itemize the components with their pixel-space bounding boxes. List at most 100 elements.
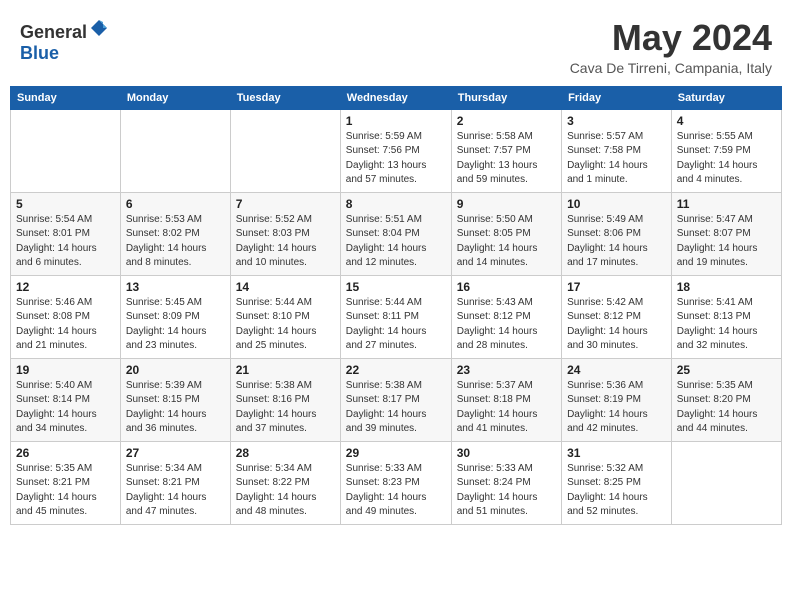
calendar-cell: 15 Sunrise: 5:44 AM Sunset: 8:11 PM Dayli…	[340, 275, 451, 358]
day-info: Sunrise: 5:32 AM Sunset: 8:25 PM Dayligh…	[567, 462, 666, 520]
day-number: 4	[677, 114, 776, 128]
calendar-week-4: 19 Sunrise: 5:40 AM Sunset: 8:14 PM Dayli…	[11, 358, 782, 441]
calendar-cell: 13 Sunrise: 5:45 AM Sunset: 8:09 PM Dayli…	[120, 275, 230, 358]
calendar-cell	[120, 109, 230, 192]
calendar-cell: 22 Sunrise: 5:38 AM Sunset: 8:17 PM Dayli…	[340, 358, 451, 441]
calendar-cell: 18Sunrise: 5:41 AM Sunset: 8:13 PM Dayli…	[671, 275, 781, 358]
day-number: 12	[16, 280, 115, 294]
calendar-cell: 21 Sunrise: 5:38 AM Sunset: 8:16 PM Dayli…	[230, 358, 340, 441]
day-info: Sunrise: 5:38 AM Sunset: 8:16 PM Dayligh…	[236, 379, 335, 437]
weekday-header-wednesday: Wednesday	[340, 86, 451, 109]
calendar-cell: 4 Sunrise: 5:55 AM Sunset: 7:59 PM Daylig…	[671, 109, 781, 192]
calendar-cell: 27Sunrise: 5:34 AM Sunset: 8:21 PM Dayli…	[120, 441, 230, 524]
logo-blue-text: Blue	[20, 43, 59, 63]
day-number: 30	[457, 446, 556, 460]
calendar-week-5: 26Sunrise: 5:35 AM Sunset: 8:21 PM Dayli…	[11, 441, 782, 524]
day-info: Sunrise: 5:43 AM Sunset: 8:12 PM Dayligh…	[457, 296, 556, 354]
day-number: 2	[457, 114, 556, 128]
day-number: 9	[457, 197, 556, 211]
day-number: 24	[567, 363, 666, 377]
day-info: Sunrise: 5:37 AM Sunset: 8:18 PM Dayligh…	[457, 379, 556, 437]
day-number: 26	[16, 446, 115, 460]
day-number: 29	[346, 446, 446, 460]
calendar-cell: 5 Sunrise: 5:54 AM Sunset: 8:01 PM Daylig…	[11, 192, 121, 275]
day-number: 16	[457, 280, 556, 294]
calendar-cell: 23Sunrise: 5:37 AM Sunset: 8:18 PM Dayli…	[451, 358, 561, 441]
day-info: Sunrise: 5:33 AM Sunset: 8:23 PM Dayligh…	[346, 462, 446, 520]
day-info: Sunrise: 5:55 AM Sunset: 7:59 PM Dayligh…	[677, 130, 776, 188]
calendar-cell: 8 Sunrise: 5:51 AM Sunset: 8:04 PM Daylig…	[340, 192, 451, 275]
calendar-week-2: 5 Sunrise: 5:54 AM Sunset: 8:01 PM Daylig…	[11, 192, 782, 275]
weekday-header-tuesday: Tuesday	[230, 86, 340, 109]
day-number: 21	[236, 363, 335, 377]
day-number: 1	[346, 114, 446, 128]
calendar-cell: 31 Sunrise: 5:32 AM Sunset: 8:25 PM Dayli…	[562, 441, 672, 524]
day-number: 8	[346, 197, 446, 211]
day-number: 20	[126, 363, 225, 377]
day-number: 3	[567, 114, 666, 128]
calendar-cell: 17Sunrise: 5:42 AM Sunset: 8:12 PM Dayli…	[562, 275, 672, 358]
day-info: Sunrise: 5:45 AM Sunset: 8:09 PM Dayligh…	[126, 296, 225, 354]
logo: General Blue	[20, 18, 109, 64]
calendar-week-1: 1 Sunrise: 5:59 AM Sunset: 7:56 PM Daylig…	[11, 109, 782, 192]
calendar-cell: 30 Sunrise: 5:33 AM Sunset: 8:24 PM Dayli…	[451, 441, 561, 524]
day-info: Sunrise: 5:40 AM Sunset: 8:14 PM Dayligh…	[16, 379, 115, 437]
day-number: 6	[126, 197, 225, 211]
day-info: Sunrise: 5:51 AM Sunset: 8:04 PM Dayligh…	[346, 213, 446, 271]
weekday-header-friday: Friday	[562, 86, 672, 109]
day-info: Sunrise: 5:35 AM Sunset: 8:20 PM Dayligh…	[677, 379, 776, 437]
calendar-cell: 14Sunrise: 5:44 AM Sunset: 8:10 PM Dayli…	[230, 275, 340, 358]
calendar-cell: 3Sunrise: 5:57 AM Sunset: 7:58 PM Daylig…	[562, 109, 672, 192]
weekday-header-monday: Monday	[120, 86, 230, 109]
day-info: Sunrise: 5:36 AM Sunset: 8:19 PM Dayligh…	[567, 379, 666, 437]
calendar-cell	[11, 109, 121, 192]
calendar-table: SundayMondayTuesdayWednesdayThursdayFrid…	[10, 86, 782, 525]
day-info: Sunrise: 5:33 AM Sunset: 8:24 PM Dayligh…	[457, 462, 556, 520]
calendar-cell: 9 Sunrise: 5:50 AM Sunset: 8:05 PM Daylig…	[451, 192, 561, 275]
calendar-week-3: 12 Sunrise: 5:46 AM Sunset: 8:08 PM Dayli…	[11, 275, 782, 358]
calendar-cell: 12 Sunrise: 5:46 AM Sunset: 8:08 PM Dayli…	[11, 275, 121, 358]
day-number: 11	[677, 197, 776, 211]
day-number: 13	[126, 280, 225, 294]
day-number: 31	[567, 446, 666, 460]
calendar-cell: 29 Sunrise: 5:33 AM Sunset: 8:23 PM Dayli…	[340, 441, 451, 524]
day-info: Sunrise: 5:34 AM Sunset: 8:21 PM Dayligh…	[126, 462, 225, 520]
day-info: Sunrise: 5:34 AM Sunset: 8:22 PM Dayligh…	[236, 462, 335, 520]
calendar-cell: 20 Sunrise: 5:39 AM Sunset: 8:15 PM Dayli…	[120, 358, 230, 441]
day-info: Sunrise: 5:50 AM Sunset: 8:05 PM Dayligh…	[457, 213, 556, 271]
day-info: Sunrise: 5:41 AM Sunset: 8:13 PM Dayligh…	[677, 296, 776, 354]
calendar-cell: 24 Sunrise: 5:36 AM Sunset: 8:19 PM Dayli…	[562, 358, 672, 441]
day-info: Sunrise: 5:38 AM Sunset: 8:17 PM Dayligh…	[346, 379, 446, 437]
title-block: May 2024 Cava De Tirreni, Campania, Ital…	[570, 18, 772, 76]
calendar-cell: 28 Sunrise: 5:34 AM Sunset: 8:22 PM Dayli…	[230, 441, 340, 524]
calendar-cell	[230, 109, 340, 192]
day-info: Sunrise: 5:54 AM Sunset: 8:01 PM Dayligh…	[16, 213, 115, 271]
day-number: 14	[236, 280, 335, 294]
header: General Blue May 2024 Cava De Tirreni, C…	[10, 10, 782, 80]
day-info: Sunrise: 5:39 AM Sunset: 8:15 PM Dayligh…	[126, 379, 225, 437]
day-info: Sunrise: 5:59 AM Sunset: 7:56 PM Dayligh…	[346, 130, 446, 188]
day-number: 7	[236, 197, 335, 211]
calendar-cell: 1 Sunrise: 5:59 AM Sunset: 7:56 PM Daylig…	[340, 109, 451, 192]
day-number: 28	[236, 446, 335, 460]
location-text: Cava De Tirreni, Campania, Italy	[570, 60, 772, 76]
day-number: 22	[346, 363, 446, 377]
day-info: Sunrise: 5:49 AM Sunset: 8:06 PM Dayligh…	[567, 213, 666, 271]
calendar-cell: 7Sunrise: 5:52 AM Sunset: 8:03 PM Daylig…	[230, 192, 340, 275]
calendar-cell: 2 Sunrise: 5:58 AM Sunset: 7:57 PM Daylig…	[451, 109, 561, 192]
day-number: 10	[567, 197, 666, 211]
day-info: Sunrise: 5:44 AM Sunset: 8:11 PM Dayligh…	[346, 296, 446, 354]
weekday-header-sunday: Sunday	[11, 86, 121, 109]
day-info: Sunrise: 5:46 AM Sunset: 8:08 PM Dayligh…	[16, 296, 115, 354]
calendar-cell: 16 Sunrise: 5:43 AM Sunset: 8:12 PM Dayli…	[451, 275, 561, 358]
calendar-header-row: SundayMondayTuesdayWednesdayThursdayFrid…	[11, 86, 782, 109]
calendar-cell: 26Sunrise: 5:35 AM Sunset: 8:21 PM Dayli…	[11, 441, 121, 524]
day-number: 25	[677, 363, 776, 377]
calendar-cell: 11Sunrise: 5:47 AM Sunset: 8:07 PM Dayli…	[671, 192, 781, 275]
weekday-header-thursday: Thursday	[451, 86, 561, 109]
day-number: 5	[16, 197, 115, 211]
logo-general-text: General	[20, 22, 87, 42]
day-info: Sunrise: 5:58 AM Sunset: 7:57 PM Dayligh…	[457, 130, 556, 188]
day-number: 15	[346, 280, 446, 294]
day-number: 19	[16, 363, 115, 377]
